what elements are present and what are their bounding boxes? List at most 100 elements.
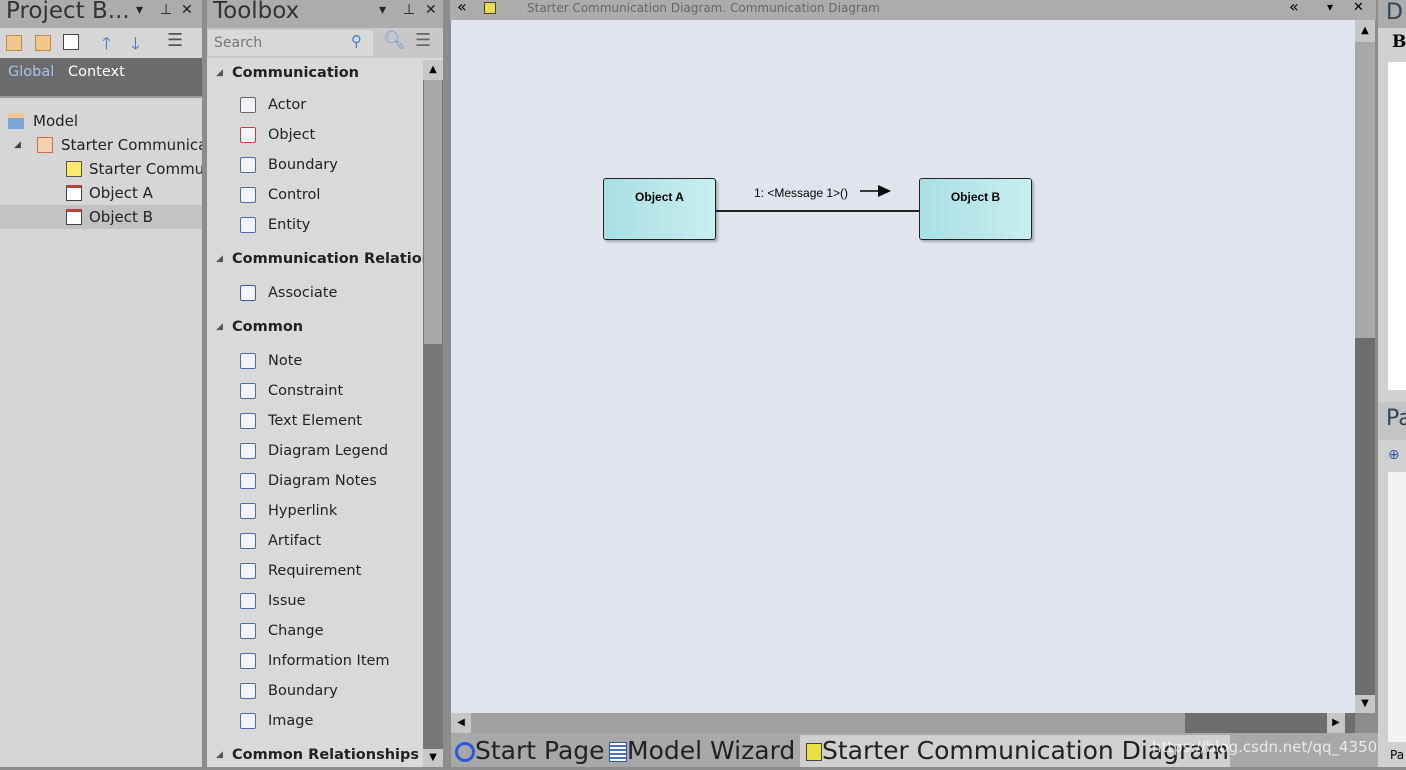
scroll-down-icon[interactable]: ▼	[1355, 695, 1375, 713]
move-down-icon[interactable]: 🡓	[131, 31, 140, 60]
toolbox-item-control[interactable]: Control	[207, 180, 423, 210]
toolbox-item-requirement[interactable]: Requirement	[207, 556, 423, 586]
text-element-icon	[240, 413, 256, 429]
control-icon	[240, 187, 256, 203]
menu-icon[interactable]: ☰	[415, 30, 431, 51]
toolbox-list: ◢ Communication Actor Object Boundary Control…	[207, 58, 423, 767]
scroll-left-icon[interactable]: ◀	[451, 713, 471, 733]
toolbox-scrollbar[interactable]: ▲ ▼	[423, 60, 443, 767]
tree-item-model[interactable]: Model	[0, 109, 202, 133]
toolbox-item-information-item[interactable]: Information Item	[207, 646, 423, 676]
pin-icon[interactable]: ⊥	[403, 2, 415, 18]
scroll-thumb[interactable]	[424, 80, 442, 344]
collapse-left-icon[interactable]: «	[457, 0, 467, 16]
toolbox-item-object[interactable]: Object	[207, 120, 423, 150]
collapse-right-icon[interactable]: «	[1289, 0, 1299, 16]
scroll-thumb[interactable]	[471, 713, 1185, 733]
notes-area[interactable]	[1388, 62, 1406, 390]
toolbox-section-common-relationships[interactable]: ◢ Common Relationships	[207, 740, 423, 770]
collapse-icon[interactable]: ◢	[216, 312, 223, 342]
toolbox-item-issue[interactable]: Issue	[207, 586, 423, 616]
boundary-icon	[240, 683, 256, 699]
diagram-header: « Starter Communication Diagram. Communi…	[450, 0, 1376, 20]
search-icon[interactable]: ⚲	[351, 32, 362, 50]
toolbox-item-image[interactable]: Image	[207, 706, 423, 736]
scroll-up-icon[interactable]: ▲	[423, 60, 443, 80]
message-arrow-icon	[860, 185, 891, 197]
toolbox-item-associate[interactable]: Associate	[207, 278, 423, 308]
model-package-icon	[8, 113, 24, 129]
object-icon	[240, 127, 256, 143]
start-page-icon	[455, 742, 475, 762]
collapse-icon[interactable]: ◢	[14, 133, 21, 157]
horizontal-scrollbar[interactable]: ◀ ▶	[451, 713, 1355, 733]
toolbox-item-artifact[interactable]: Artifact	[207, 526, 423, 556]
toolbox-item-actor[interactable]: Actor	[207, 90, 423, 120]
close-icon[interactable]: ✕	[425, 2, 437, 18]
toolbox-search-bar: ⚲ 🔍︎ ☰	[207, 28, 443, 58]
constraint-icon	[240, 383, 256, 399]
pin-icon[interactable]: ⊥	[160, 2, 172, 18]
panel-tab[interactable]: Pa	[1390, 748, 1404, 762]
tab-global[interactable]: Global	[8, 64, 54, 80]
toolbox-item-diagram-notes[interactable]: Diagram Notes	[207, 466, 423, 496]
close-icon[interactable]: ✕	[1353, 0, 1364, 15]
tab-context[interactable]: Context	[68, 64, 125, 80]
scroll-down-icon[interactable]: ▼	[423, 749, 443, 767]
tab-model-wizard[interactable]: Model Wizard	[609, 735, 795, 767]
find-icon[interactable]: 🔍︎	[383, 30, 406, 51]
new-package-icon[interactable]	[6, 35, 22, 51]
toolbox-item-diagram-legend[interactable]: Diagram Legend	[207, 436, 423, 466]
message-label[interactable]: 1: <Message 1>()	[754, 186, 848, 200]
toolbox-item-constraint[interactable]: Constraint	[207, 376, 423, 406]
collapse-icon[interactable]: ◢	[216, 244, 223, 274]
image-icon	[240, 713, 256, 729]
toolbox-section-common[interactable]: ◢ Common	[207, 312, 423, 342]
collapse-icon[interactable]: ◢	[216, 58, 223, 88]
toolbox-item-entity[interactable]: Entity	[207, 210, 423, 240]
tree-item-package[interactable]: ◢ Starter Communica	[0, 133, 202, 157]
diagram-notes-icon	[240, 473, 256, 489]
diagram-icon	[484, 2, 496, 14]
new-diagram-icon[interactable]	[63, 34, 79, 50]
tree-item-object-a[interactable]: Object A	[0, 181, 202, 205]
tab-start-page[interactable]: Start Page	[455, 735, 605, 767]
search-input[interactable]	[208, 30, 373, 56]
object-a[interactable]: Object A	[603, 178, 716, 240]
scroll-thumb[interactable]	[1355, 42, 1375, 338]
toolbox-item-boundary[interactable]: Boundary	[207, 150, 423, 180]
toolbox-section-communication-relationsh[interactable]: ◢Communication Relationsh	[207, 244, 423, 274]
object-b[interactable]: Object B	[919, 178, 1032, 240]
menu-icon[interactable]: ☰	[167, 30, 183, 51]
dropdown-icon[interactable]: ▾	[1327, 0, 1333, 14]
dropdown-icon[interactable]: ▾	[136, 2, 143, 18]
dropdown-icon[interactable]: ▾	[379, 2, 386, 18]
zoom-icon[interactable]: ⊕	[1388, 447, 1400, 463]
close-icon[interactable]: ✕	[181, 2, 193, 18]
toolbox-item-boundary[interactable]: Boundary	[207, 676, 423, 706]
collapse-icon[interactable]: ◢	[216, 740, 223, 770]
toolbox-item-text-element[interactable]: Text Element	[207, 406, 423, 436]
vertical-scrollbar[interactable]: ▲ ▼	[1355, 20, 1375, 713]
project-toolbar: 🡑 🡓 ☰	[0, 28, 202, 58]
properties-area	[1388, 472, 1406, 742]
tree-item-object-b[interactable]: Object B	[0, 205, 202, 229]
connector-line[interactable]	[715, 210, 919, 212]
scroll-right-icon[interactable]: ▶	[1327, 713, 1345, 733]
toolbox-item-note[interactable]: Note	[207, 346, 423, 376]
bold-button[interactable]: B	[1392, 32, 1406, 52]
panel-title: D	[1378, 0, 1406, 28]
folder-icon[interactable]	[35, 35, 51, 51]
diagram-canvas[interactable]: 1: <Message 1>() Object A Object B	[451, 20, 1355, 713]
hyperlink-icon	[240, 503, 256, 519]
diagram-header-title: Starter Communication Diagram. Communica…	[527, 1, 880, 15]
move-up-icon[interactable]: 🡑	[102, 31, 111, 60]
toolbox-item-change[interactable]: Change	[207, 616, 423, 646]
scroll-up-icon[interactable]: ▲	[1355, 20, 1375, 42]
object-icon	[66, 209, 82, 225]
toolbox-item-hyperlink[interactable]: Hyperlink	[207, 496, 423, 526]
toolbox-section-communication[interactable]: ◢ Communication	[207, 58, 423, 88]
object-icon	[66, 185, 82, 201]
diagram-icon	[66, 161, 82, 177]
tree-item-diagram[interactable]: Starter Commu	[0, 157, 202, 181]
